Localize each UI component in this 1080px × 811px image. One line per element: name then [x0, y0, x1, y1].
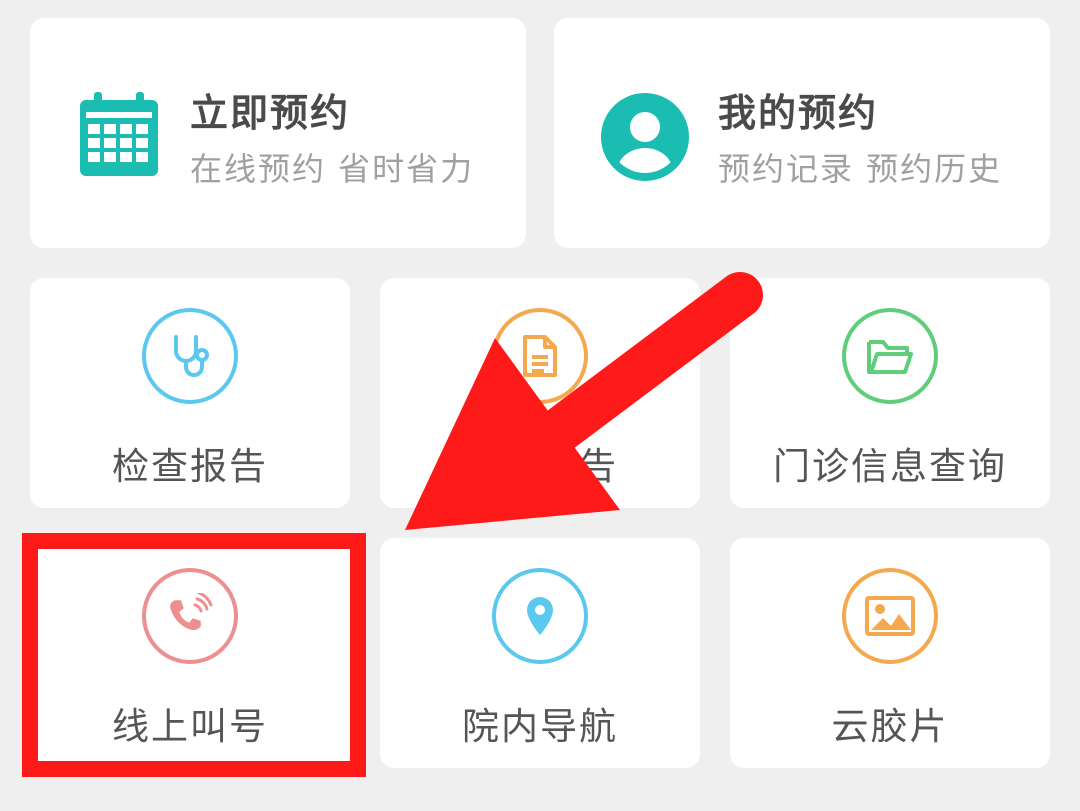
exam-report-tile[interactable]: 检查报告	[30, 278, 350, 508]
tile-label: 检验报告	[462, 445, 618, 488]
online-queue-tile[interactable]: 线上叫号	[30, 538, 350, 768]
my-appointments-card[interactable]: 我的预约 预约记录 预约历史	[554, 18, 1050, 248]
stethoscope-icon	[142, 308, 238, 404]
appointment-now-card[interactable]: 立即预约 在线预约 省时省力	[30, 18, 526, 248]
document-icon	[492, 308, 588, 404]
outpatient-info-tile[interactable]: 门诊信息查询	[730, 278, 1050, 508]
image-icon	[842, 568, 938, 664]
appointment-now-title: 立即预约	[190, 91, 351, 135]
calendar-icon	[80, 92, 158, 176]
my-appointments-title: 我的预约	[718, 91, 879, 135]
lab-report-tile[interactable]: 检验报告	[380, 278, 700, 508]
tile-label: 云胶片	[831, 705, 949, 748]
phone-call-icon	[142, 568, 238, 664]
tile-label: 线上叫号	[112, 705, 268, 748]
hospital-navigation-tile[interactable]: 院内导航	[380, 538, 700, 768]
tile-label: 院内导航	[462, 705, 618, 748]
cloud-film-tile[interactable]: 云胶片	[730, 538, 1050, 768]
tile-label: 检查报告	[112, 445, 268, 488]
user-avatar-icon	[601, 93, 689, 181]
location-pin-icon	[492, 568, 588, 664]
folder-icon	[842, 308, 938, 404]
my-appointments-subtitle: 预约记录 预约历史	[718, 150, 1003, 188]
tile-label: 门诊信息查询	[773, 445, 1007, 488]
appointment-now-subtitle: 在线预约 省时省力	[190, 150, 475, 188]
